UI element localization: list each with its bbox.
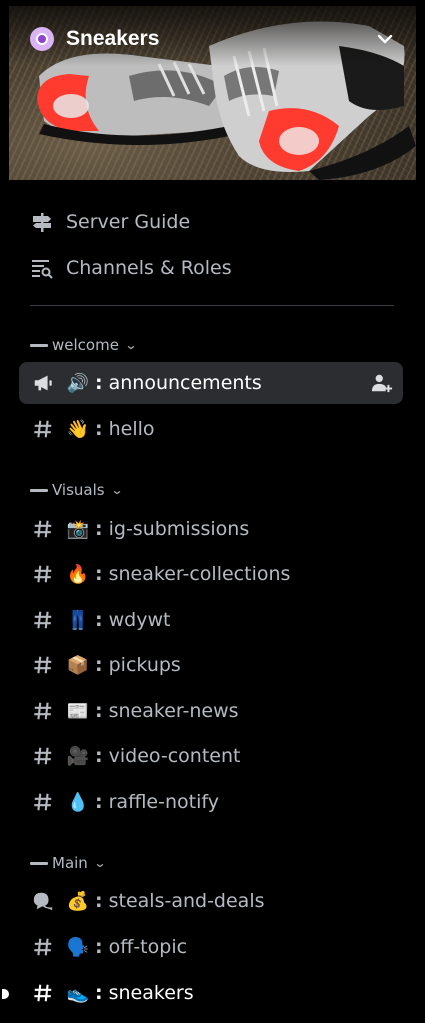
hashtag-icon [31, 562, 55, 586]
hashtag-icon [31, 981, 55, 1005]
channels-roles-label: Channels & Roles [66, 257, 232, 279]
hashtag-icon [31, 935, 55, 959]
category-label: Main [52, 854, 88, 872]
channel-emoji: 📰 [66, 700, 90, 722]
channel-name: ig-submissions [108, 518, 250, 540]
category-main[interactable]: Main ⌄ [30, 851, 107, 875]
hashtag-icon [31, 653, 55, 677]
channel-name: raffle-notify [108, 791, 219, 813]
channel-name: pickups [108, 654, 181, 676]
server-icon [30, 27, 54, 51]
add-member-icon[interactable] [371, 372, 393, 394]
hashtag-icon [31, 744, 55, 768]
hashtag-icon [31, 608, 55, 632]
hashtag-icon [31, 517, 55, 541]
category-dash [30, 343, 48, 347]
category-welcome[interactable]: welcome ⌄ [30, 333, 138, 357]
chevron-down-icon: ⌄ [124, 338, 138, 352]
chevron-down-icon: ⌄ [93, 856, 107, 870]
category-label: Visuals [52, 481, 105, 499]
channel-emoji: 📦 [66, 654, 90, 676]
hashtag-icon [31, 790, 55, 814]
channel-emoji: 🔥 [66, 563, 90, 585]
category-visuals[interactable]: Visuals ⌄ [30, 478, 124, 502]
channel-separator: : [95, 890, 103, 912]
channel-name: steals-and-deals [108, 890, 265, 912]
channel-name: sneaker-news [108, 700, 239, 722]
channel-off-topic[interactable]: 🗣️ : off-topic [19, 926, 403, 968]
channel-name: sneakers [108, 982, 194, 1004]
channel-video-content[interactable]: 🎥 : video-content [19, 735, 403, 777]
channel-separator: : [95, 791, 103, 813]
server-name: Sneakers [66, 27, 160, 50]
channel-separator: : [95, 518, 103, 540]
channel-name: off-topic [108, 936, 188, 958]
forum-icon [31, 889, 55, 913]
channels-roles-item[interactable]: Channels & Roles [30, 251, 232, 285]
channel-emoji: 👖 [66, 609, 90, 631]
list-search-icon [32, 260, 53, 279]
channel-separator: : [95, 609, 103, 631]
channel-separator: : [95, 654, 103, 676]
chevron-down-icon: ⌄ [110, 483, 124, 497]
channel-separator: : [95, 700, 103, 722]
hashtag-icon [31, 417, 55, 441]
channel-emoji: 📸 [66, 518, 90, 540]
channel-pickups[interactable]: 📦 : pickups [19, 644, 403, 686]
window-frame-right [416, 0, 425, 1023]
signpost-icon [33, 213, 51, 232]
channel-separator: : [95, 563, 103, 585]
server-guide-item[interactable]: Server Guide [30, 205, 190, 239]
channel-separator: : [95, 936, 103, 958]
channel-hello[interactable]: 👋 : hello [19, 408, 403, 450]
channel-name: sneaker-collections [108, 563, 291, 585]
server-guide-label: Server Guide [66, 211, 191, 233]
channel-sneaker-collections[interactable]: 🔥 : sneaker-collections [19, 553, 403, 595]
channel-ig-submissions[interactable]: 📸 : ig-submissions [19, 508, 403, 550]
channel-announcements[interactable]: 🔊 : announcements [19, 362, 403, 404]
channel-separator: : [95, 372, 103, 394]
channel-emoji: 👟 [66, 982, 90, 1004]
window-frame-left [0, 0, 9, 1023]
hashtag-icon [31, 699, 55, 723]
channel-sneaker-news[interactable]: 📰 : sneaker-news [19, 690, 403, 732]
channel-emoji: 🎥 [66, 745, 90, 767]
divider [30, 305, 394, 306]
channel-name: announcements [108, 372, 262, 394]
category-dash [30, 488, 48, 492]
channel-steals-and-deals[interactable]: 💰 : steals-and-deals [19, 880, 403, 922]
category-label: welcome [52, 336, 119, 354]
channel-name: hello [108, 418, 155, 440]
channel-emoji: 👋 [66, 418, 90, 440]
channel-separator: : [95, 982, 103, 1004]
megaphone-icon [31, 371, 55, 395]
channel-separator: : [95, 418, 103, 440]
channel-emoji: 💧 [66, 791, 90, 813]
channel-separator: : [95, 745, 103, 767]
chevron-down-icon[interactable] [375, 29, 395, 49]
server-header[interactable]: Sneakers [30, 24, 395, 54]
category-dash [30, 861, 48, 865]
channel-emoji: 💰 [66, 890, 90, 912]
channel-raffle-notify[interactable]: 💧 : raffle-notify [19, 781, 403, 823]
channel-name: wdywt [108, 609, 171, 631]
channel-emoji: 🗣️ [66, 936, 90, 958]
channel-emoji: 🔊 [66, 372, 90, 394]
channel-wdywt[interactable]: 👖 : wdywt [19, 599, 403, 641]
channel-sneakers[interactable]: 👟 : sneakers [19, 972, 403, 1014]
channel-name: video-content [108, 745, 241, 767]
